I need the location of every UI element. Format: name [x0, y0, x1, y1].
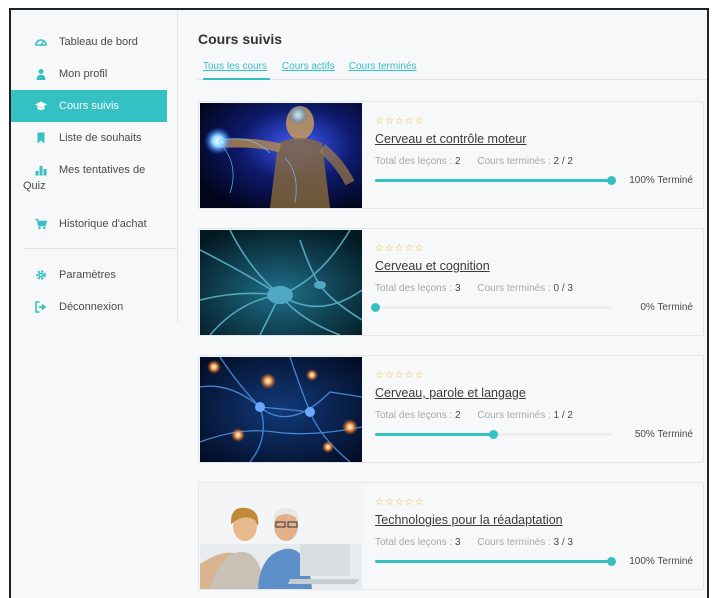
completed-count: 0 / 3: [553, 283, 573, 294]
sidebar-item-label: Cours suivis: [59, 100, 119, 112]
progress-knob: [489, 429, 498, 439]
completed-count: 1 / 2: [553, 410, 573, 421]
progress-track: [375, 175, 616, 185]
progress-track: [371, 302, 611, 312]
sidebar-nav: Tableau de bord Mon profil Cours suivis …: [11, 10, 177, 240]
progress-track: [375, 429, 611, 439]
dashboard-icon: [35, 36, 47, 48]
sidebar-item-label: Liste de souhaits: [59, 132, 142, 144]
completed-label: Cours terminés :: [477, 537, 551, 548]
lessons-label: Total des leçons :: [375, 537, 453, 548]
sidebar-item-label: Paramètres: [59, 269, 116, 281]
completed-count: 3 / 3: [553, 537, 573, 548]
course-card: ☆☆☆☆☆ Cerveau et cognition Total des leç…: [198, 228, 704, 336]
sidebar-item-logout[interactable]: Déconnexion: [11, 291, 177, 323]
lessons-count: 3: [455, 283, 461, 294]
course-thumbnail[interactable]: [200, 484, 362, 589]
tab-finished-courses[interactable]: Cours terminés: [347, 59, 419, 80]
course-meta: Total des leçons : 3 Cours terminés : 3 …: [375, 537, 693, 548]
course-card: ☆☆☆☆☆ Technologies pour la réadaptation …: [198, 482, 704, 590]
app-frame: Tableau de bord Mon profil Cours suivis …: [9, 8, 709, 598]
course-info: ☆☆☆☆☆ Technologies pour la réadaptation …: [375, 497, 693, 567]
course-title-link[interactable]: Cerveau et contrôle moteur: [375, 132, 526, 146]
sidebar-item-label: Tableau de bord: [59, 36, 138, 48]
lessons-label: Total des leçons :: [375, 410, 453, 421]
sidebar-item-label: Mes tentatives de: [59, 164, 146, 176]
course-card: ☆☆☆☆☆ Cerveau et contrôle moteur Total d…: [198, 101, 704, 209]
progress-label: 0% Terminé: [640, 301, 693, 313]
gear-icon: [35, 269, 47, 281]
course-meta: Total des leçons : 3 Cours terminés : 0 …: [375, 283, 693, 294]
course-thumbnail[interactable]: [200, 357, 362, 462]
course-thumbnail[interactable]: [200, 230, 362, 335]
rating-stars: ☆☆☆☆☆: [375, 497, 425, 508]
progress-knob: [607, 556, 616, 566]
lessons-count: 2: [455, 156, 461, 167]
bookmark-icon: [35, 132, 47, 144]
sidebar-item-label: Déconnexion: [59, 301, 124, 313]
page-title: Cours suivis: [198, 31, 283, 47]
progress-label: 100% Terminé: [629, 555, 693, 567]
sidebar-nav-bottom: Paramètres Déconnexion: [11, 259, 177, 323]
course-card: ☆☆☆☆☆ Cerveau, parole et langage Total d…: [198, 355, 704, 463]
sidebar-item-label: Historique d'achat: [59, 218, 147, 230]
lessons-count: 3: [455, 537, 461, 548]
course-info: ☆☆☆☆☆ Cerveau, parole et langage Total d…: [375, 370, 693, 440]
progress-row: 100% Terminé: [375, 555, 693, 567]
progress-row: 0% Terminé: [371, 301, 693, 313]
lessons-label: Total des leçons :: [375, 283, 453, 294]
progress-knob: [371, 302, 380, 312]
sidebar-item-courses[interactable]: Cours suivis: [11, 90, 167, 122]
lessons-count: 2: [455, 410, 461, 421]
rating-stars: ☆☆☆☆☆: [375, 370, 425, 381]
sidebar-item-dashboard[interactable]: Tableau de bord: [11, 26, 177, 58]
progress-fill: [375, 432, 493, 436]
sidebar-item-label: Mon profil: [59, 68, 108, 80]
quiz-icon: [35, 164, 47, 176]
sidebar-item-quiz[interactable]: Mes tentatives de Quiz: [11, 154, 177, 208]
course-title-link[interactable]: Cerveau, parole et langage: [375, 386, 526, 400]
sidebar-item-profile[interactable]: Mon profil: [11, 58, 177, 90]
progress-row: 100% Terminé: [375, 174, 693, 186]
rating-stars: ☆☆☆☆☆: [375, 116, 425, 127]
progress-fill: [375, 559, 611, 563]
sidebar-item-purchase-history[interactable]: Historique d'achat: [11, 208, 177, 240]
progress-knob: [607, 175, 616, 185]
sidebar-divider: [23, 248, 178, 249]
course-thumbnail[interactable]: [200, 103, 362, 208]
completed-label: Cours terminés :: [477, 410, 551, 421]
completed-label: Cours terminés :: [477, 283, 551, 294]
course-title-link[interactable]: Technologies pour la réadaptation: [375, 513, 563, 527]
completed-label: Cours terminés :: [477, 156, 551, 167]
progress-label: 100% Terminé: [629, 174, 693, 186]
course-info: ☆☆☆☆☆ Cerveau et cognition Total des leç…: [371, 243, 693, 313]
cart-icon: [35, 218, 48, 230]
progress-label: 50% Terminé: [634, 428, 693, 440]
sidebar: Tableau de bord Mon profil Cours suivis …: [11, 10, 178, 322]
sidebar-item-label-continued: Quiz: [23, 180, 46, 192]
graduation-cap-icon: [35, 100, 47, 112]
sidebar-item-row: Mes tentatives de: [35, 162, 165, 178]
progress-row: 50% Terminé: [375, 428, 693, 440]
completed-count: 2 / 2: [553, 156, 573, 167]
tab-active-courses[interactable]: Cours actifs: [280, 59, 337, 80]
course-info: ☆☆☆☆☆ Cerveau et contrôle moteur Total d…: [375, 116, 693, 186]
sidebar-item-settings[interactable]: Paramètres: [11, 259, 177, 291]
user-icon: [35, 68, 47, 80]
course-meta: Total des leçons : 2 Cours terminés : 2 …: [375, 156, 693, 167]
rating-stars: ☆☆☆☆☆: [375, 243, 425, 254]
tab-all-courses[interactable]: Tous les cours: [203, 59, 270, 80]
lessons-label: Total des leçons :: [375, 156, 453, 167]
progress-fill: [375, 178, 611, 182]
course-meta: Total des leçons : 2 Cours terminés : 1 …: [375, 410, 693, 421]
course-title-link[interactable]: Cerveau et cognition: [375, 259, 490, 273]
main-content: Cours suivis Tous les cours Cours actifs…: [198, 10, 707, 590]
logout-icon: [35, 301, 47, 313]
course-tabs: Tous les cours Cours actifs Cours termin…: [198, 59, 707, 80]
progress-track: [375, 556, 616, 566]
sidebar-item-wishlist[interactable]: Liste de souhaits: [11, 122, 177, 154]
